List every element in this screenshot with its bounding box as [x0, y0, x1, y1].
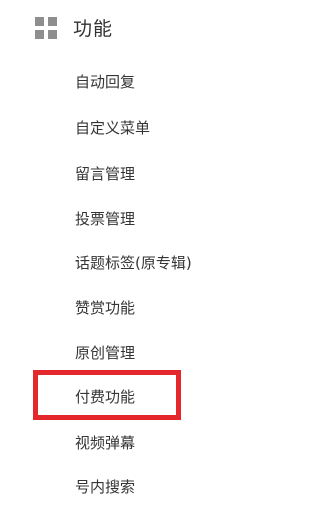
menu-item-comment-management[interactable]: 留言管理 [75, 163, 135, 184]
menu-item-in-account-search[interactable]: 号内搜索 [75, 476, 135, 497]
menu-item-original-management[interactable]: 原创管理 [75, 342, 135, 363]
menu-item-topic-tags[interactable]: 话题标签(原专辑) [75, 252, 192, 273]
grid-icon [35, 16, 57, 39]
menu-item-appreciation[interactable]: 赞赏功能 [75, 297, 135, 318]
section-title: 功能 [73, 18, 114, 40]
menu-item-auto-reply[interactable]: 自动回复 [75, 71, 135, 92]
highlight-box [33, 370, 181, 420]
sidebar: 功能 自动回复 自定义菜单 留言管理 投票管理 话题标签(原专辑) 赞赏功能 原… [0, 0, 243, 507]
menu-item-video-danmaku[interactable]: 视频弹幕 [75, 432, 135, 453]
menu-item-vote-management[interactable]: 投票管理 [75, 208, 135, 229]
section-header[interactable]: 功能 [35, 14, 113, 41]
menu-item-custom-menu[interactable]: 自定义菜单 [75, 117, 150, 138]
